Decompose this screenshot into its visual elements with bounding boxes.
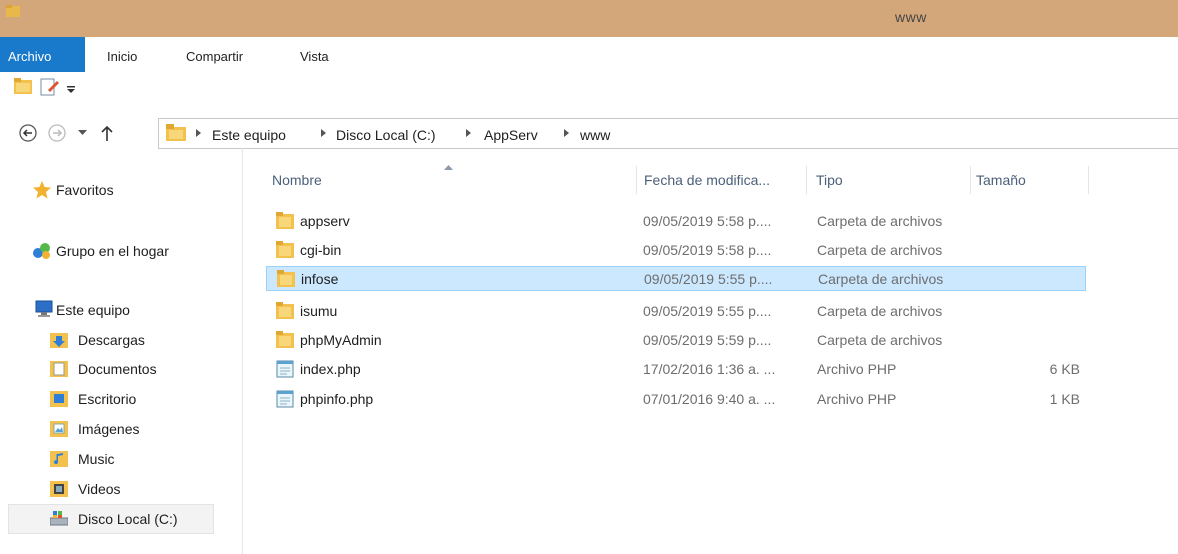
breadcrumb-chevron-icon[interactable] [321,129,326,137]
file-row-selected[interactable]: infose 09/05/2019 5:55 p.... Carpeta de … [266,266,1086,291]
file-row[interactable]: cgi-bin 09/05/2019 5:58 p.... Carpeta de… [266,238,1086,263]
php-file-icon [276,360,294,378]
folder-icon [277,270,295,287]
folder-icon [276,302,294,319]
file-date: 09/05/2019 5:55 p.... [644,271,773,287]
up-arrow-icon[interactable] [100,124,114,142]
desktop-icon [50,391,68,407]
ribbon-tabs [0,37,1178,70]
breadcrumb-este-equipo[interactable]: Este equipo [212,127,286,143]
folder-icon [276,331,294,348]
recent-locations-icon[interactable] [78,130,87,136]
file-type: Carpeta de archivos [817,213,943,229]
videos-icon [50,481,68,497]
tab-archivo[interactable]: Archivo [0,37,85,72]
file-date: 07/01/2016 9:40 a. ... [643,391,776,407]
pictures-icon [50,421,68,437]
file-type: Carpeta de archivos [817,242,943,258]
file-name: cgi-bin [300,242,342,258]
drive-icon [50,511,68,526]
sidebar-item-imagenes[interactable]: Imágenes [78,421,139,437]
file-row[interactable]: index.php 17/02/2016 1:36 a. ... Archivo… [266,357,1086,382]
column-header-name[interactable]: Nombre [272,172,322,188]
folder-icon[interactable] [14,78,32,94]
sidebar-item-documentos[interactable]: Documentos [78,361,157,377]
file-row[interactable]: phpMyAdmin 09/05/2019 5:59 p.... Carpeta… [266,328,1086,353]
sidebar-homegroup[interactable]: Grupo en el hogar [56,243,169,259]
tab-compartir[interactable]: Compartir [186,49,243,64]
documents-icon [50,361,68,377]
file-type: Archivo PHP [817,391,897,407]
folder-icon [276,212,294,229]
sidebar-item-escritorio[interactable]: Escritorio [78,391,136,407]
forward-button[interactable] [48,124,66,142]
breadcrumb-chevron-icon[interactable] [466,129,471,137]
file-row[interactable]: appserv 09/05/2019 5:58 p.... Carpeta de… [266,209,1086,234]
file-name: infose [301,271,339,287]
column-header-size[interactable]: Tamaño [976,172,1026,188]
breadcrumb-appserv[interactable]: AppServ [484,127,538,143]
star-icon [33,181,51,199]
music-icon [50,451,68,467]
php-file-icon [276,390,294,408]
file-date: 09/05/2019 5:58 p.... [643,242,772,258]
column-header-type[interactable]: Tipo [816,172,843,188]
customize-dropdown-icon[interactable] [66,86,76,94]
properties-icon[interactable] [40,78,60,96]
breadcrumb-www[interactable]: www [580,127,610,143]
sidebar-item-descargas[interactable]: Descargas [78,332,145,348]
file-name: index.php [300,361,361,377]
file-row[interactable]: phpinfo.php 07/01/2016 9:40 a. ... Archi… [266,387,1086,412]
file-type: Carpeta de archivos [818,271,944,287]
breadcrumb-disco-local[interactable]: Disco Local (C:) [336,127,436,143]
sidebar-favorites[interactable]: Favoritos [56,182,114,198]
file-row[interactable]: isumu 09/05/2019 5:55 p.... Carpeta de a… [266,299,1086,324]
window-title: www [895,9,927,25]
file-date: 09/05/2019 5:59 p.... [643,332,772,348]
file-size: 6 KB [1049,361,1080,377]
tab-vista[interactable]: Vista [300,49,329,64]
sidebar-item-music[interactable]: Music [78,451,115,467]
file-name: phpMyAdmin [300,332,382,348]
downloads-icon [50,333,68,348]
file-type: Carpeta de archivos [817,332,943,348]
column-separator[interactable] [970,166,971,194]
file-name: phpinfo.php [300,391,374,407]
address-bar[interactable] [158,118,1178,149]
folder-icon [276,241,294,258]
breadcrumb-chevron-icon[interactable] [564,129,569,137]
file-date: 09/05/2019 5:58 p.... [643,213,772,229]
column-header-date[interactable]: Fecha de modifica... [644,172,770,188]
file-name: isumu [300,303,338,319]
computer-icon [35,300,53,317]
breadcrumb-chevron-icon[interactable] [196,129,201,137]
file-size: 1 KB [1049,391,1080,407]
sort-ascending-icon [444,165,453,170]
file-name: appserv [300,213,350,229]
folder-icon [6,5,20,17]
file-date: 17/02/2016 1:36 a. ... [643,361,776,377]
sidebar-item-videos[interactable]: Videos [78,481,121,497]
folder-icon [166,124,186,141]
homegroup-icon [33,243,50,259]
back-button[interactable] [19,124,37,142]
tab-inicio[interactable]: Inicio [107,49,137,64]
file-type: Carpeta de archivos [817,303,943,319]
title-bar [0,0,1178,37]
file-date: 09/05/2019 5:55 p.... [643,303,772,319]
column-separator[interactable] [636,166,637,194]
pane-divider [242,148,243,554]
file-type: Archivo PHP [817,361,897,377]
sidebar-this-pc[interactable]: Este equipo [56,302,130,318]
column-separator[interactable] [1088,166,1089,194]
column-separator[interactable] [806,166,807,194]
sidebar-item-disco-local[interactable]: Disco Local (C:) [78,511,178,527]
